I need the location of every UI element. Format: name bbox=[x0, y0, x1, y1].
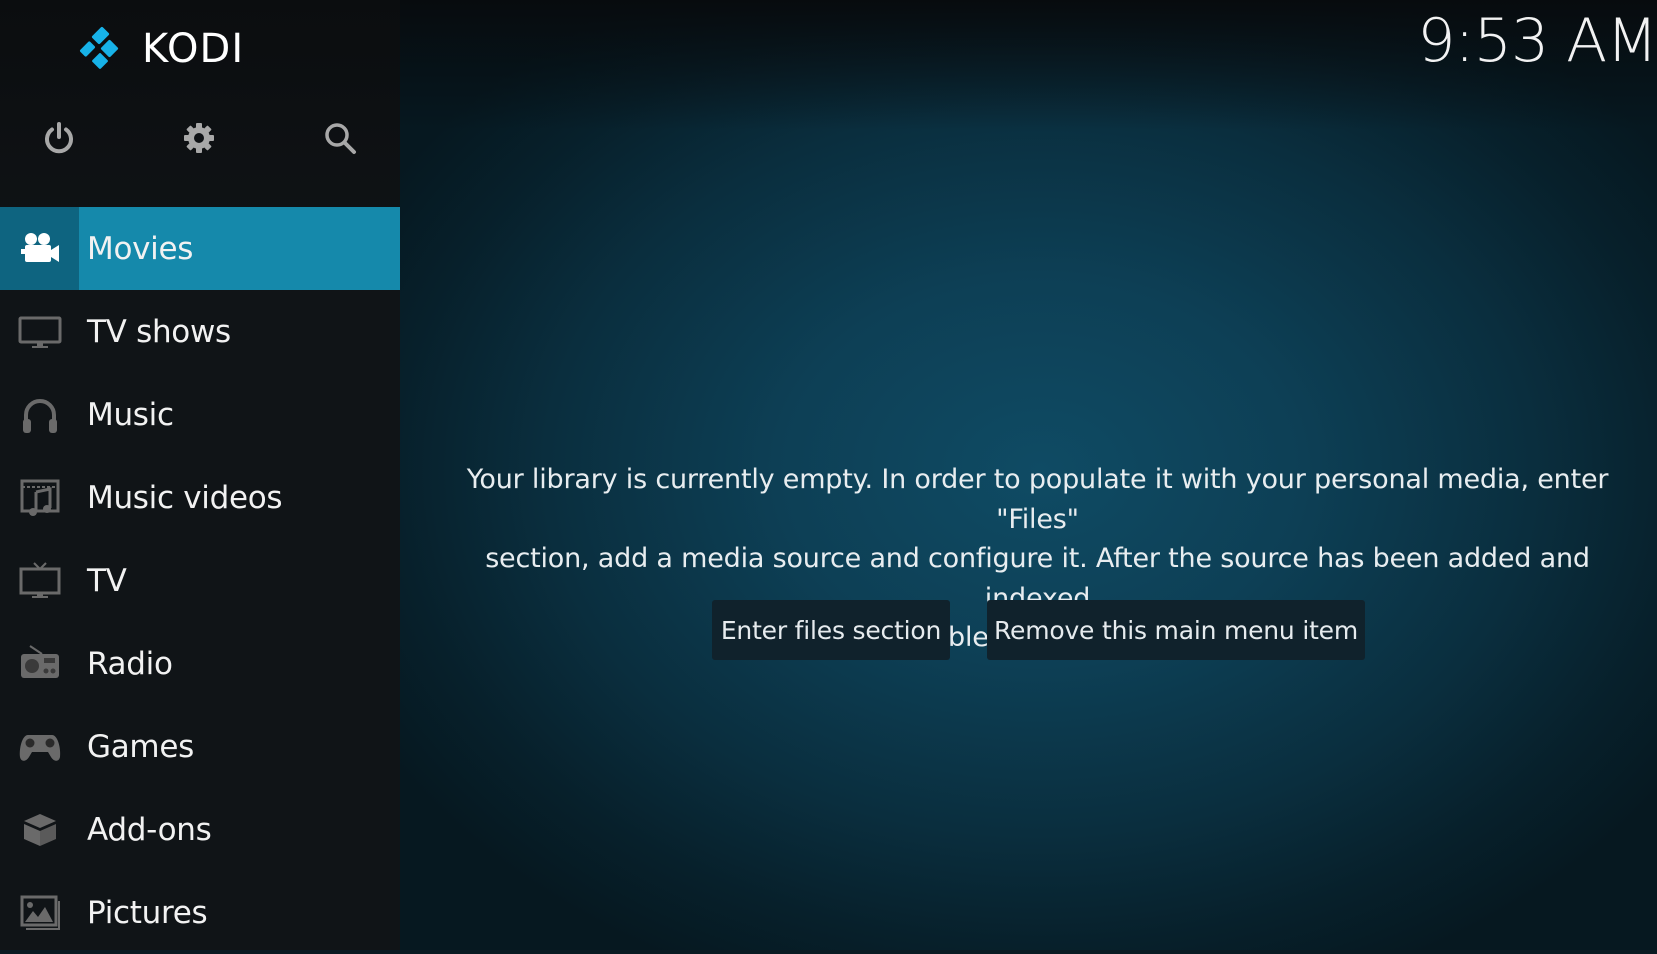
menu-item-pictures[interactable]: Pictures bbox=[0, 871, 400, 954]
menu-item-tv-shows[interactable]: TV shows bbox=[0, 290, 400, 373]
enter-files-section-button[interactable]: Enter files section bbox=[712, 600, 950, 660]
remove-menu-item-button[interactable]: Remove this main menu item bbox=[987, 600, 1365, 660]
menu-item-tv[interactable]: TV bbox=[0, 539, 400, 622]
kodi-logo: KODI bbox=[78, 26, 244, 72]
menu-item-movies[interactable]: Movies bbox=[0, 207, 400, 290]
kodi-logo-icon bbox=[79, 26, 119, 69]
menu-item-label: Add-ons bbox=[87, 811, 212, 848]
pictures-icon bbox=[20, 895, 60, 930]
top-icon-bar bbox=[0, 115, 400, 161]
power-icon bbox=[45, 122, 73, 154]
tv-antenna-icon bbox=[19, 561, 60, 598]
menu-item-label: TV shows bbox=[87, 313, 231, 350]
sidebar: KODI Movies TV shows Music Music videos … bbox=[0, 0, 400, 950]
music-video-icon bbox=[20, 479, 59, 516]
menu-item-label: Music videos bbox=[87, 479, 283, 516]
search-icon bbox=[325, 123, 356, 154]
menu-item-addons[interactable]: Add-ons bbox=[0, 788, 400, 871]
menu-item-label: TV bbox=[87, 562, 127, 599]
menu-item-radio[interactable]: Radio bbox=[0, 622, 400, 705]
radio-icon bbox=[20, 644, 59, 678]
main-menu: Movies TV shows Music Music videos TV Ra… bbox=[0, 207, 400, 954]
gamepad-icon bbox=[19, 734, 60, 761]
menu-item-label: Games bbox=[87, 728, 194, 765]
clock: 9:53 AM bbox=[1417, 6, 1657, 76]
menu-item-games[interactable]: Games bbox=[0, 705, 400, 788]
search-button[interactable] bbox=[317, 115, 363, 161]
menu-item-label: Music bbox=[87, 396, 174, 433]
menu-item-label: Movies bbox=[87, 230, 194, 267]
headphones-icon bbox=[22, 398, 57, 433]
menu-item-label: Radio bbox=[87, 645, 173, 682]
power-button[interactable] bbox=[36, 115, 82, 161]
gear-icon bbox=[184, 123, 214, 153]
addons-box-icon bbox=[23, 813, 56, 846]
message-line: Your library is currently empty. In orde… bbox=[466, 464, 1609, 535]
movie-camera-icon bbox=[20, 232, 59, 262]
menu-item-music-videos[interactable]: Music videos bbox=[0, 456, 400, 539]
monitor-icon bbox=[18, 316, 61, 348]
settings-button[interactable] bbox=[176, 115, 222, 161]
kodi-logo-text: KODI bbox=[142, 26, 245, 72]
menu-item-music[interactable]: Music bbox=[0, 373, 400, 456]
menu-item-label: Pictures bbox=[87, 894, 208, 931]
